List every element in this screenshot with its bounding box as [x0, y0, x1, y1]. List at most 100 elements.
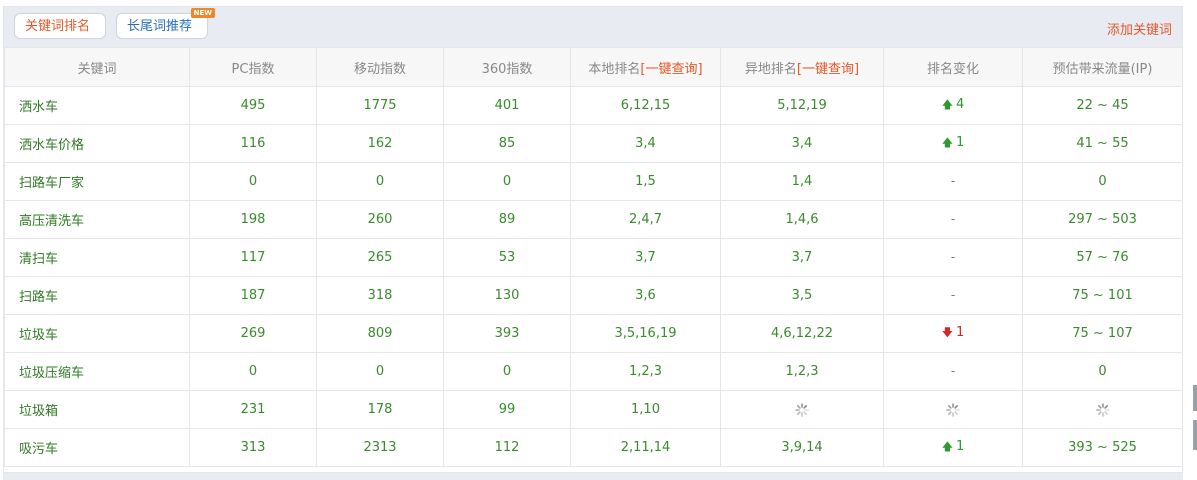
scrollbar-thumb[interactable]	[1193, 385, 1197, 411]
mobile-index-cell: 1775	[316, 86, 444, 125]
index-360-cell: 85	[443, 124, 571, 163]
header-remote-rank: 异地排名[一键查询]	[720, 47, 884, 87]
table-row: 洒水车 495 1775 401 6,12,15 5,12,19 🡅 4 22 ~ 45	[4, 86, 1183, 125]
tab-longtail-recommend[interactable]: 长尾词推荐 NEW	[116, 8, 215, 39]
remote-rank-cell: 1,2,3	[720, 352, 884, 391]
local-rank-cell: 3,7	[570, 238, 721, 277]
add-keyword-link[interactable]: 添加关键词	[1107, 19, 1172, 38]
table-row: 洒水车价格 116 162 85 3,4 3,4 🡅 1 41 ~ 55	[4, 124, 1183, 163]
rank-change-cell: -	[883, 352, 1023, 391]
pc-index-cell: 313	[189, 428, 317, 467]
local-query-link[interactable]: [一键查询]	[640, 62, 702, 77]
rank-change-cell: -	[883, 162, 1023, 201]
arrow-up-icon: 🡅	[941, 136, 954, 149]
keyword-cell[interactable]: 吸污车	[4, 428, 190, 467]
keyword-cell[interactable]: 垃圾车	[4, 314, 190, 353]
keyword-cell[interactable]: 高压清洗车	[4, 200, 190, 239]
rank-change-value: 1	[956, 135, 965, 150]
mobile-index-cell: 178	[316, 390, 444, 429]
rank-change-cell: -	[883, 200, 1023, 239]
index-360-cell: 130	[443, 276, 571, 315]
local-rank-cell: 6,12,15	[570, 86, 721, 125]
arrow-up-icon: 🡅	[941, 98, 954, 111]
keyword-ranking-panel: 关键词排名 长尾词推荐 NEW 添加关键词 关键词 PC指数 移动指数 360指…	[3, 6, 1183, 473]
local-rank-cell: 3,4	[570, 124, 721, 163]
mobile-index-cell: 265	[316, 238, 444, 277]
keyword-text: 垃圾箱	[19, 404, 59, 419]
keyword-cell[interactable]: 垃圾压缩车	[4, 352, 190, 391]
rank-change-value: -	[950, 288, 956, 302]
rank-change-cell	[883, 390, 1023, 429]
keyword-text: 洒水车	[19, 100, 59, 115]
keyword-table: 关键词 PC指数 移动指数 360指数 本地排名[一键查询] 异地排名[一键查询…	[4, 47, 1183, 467]
remote-rank-value: 1,2,3	[785, 364, 819, 379]
rank-change-value: -	[950, 212, 956, 226]
mobile-index-cell: 2313	[316, 428, 444, 467]
traffic-cell: 75 ~ 107	[1022, 314, 1183, 353]
loading-spinner-icon	[1095, 402, 1110, 417]
arrow-up-icon: 🡅	[941, 440, 954, 453]
local-rank-cell: 2,11,14	[570, 428, 721, 467]
keyword-cell[interactable]: 洒水车	[4, 86, 190, 125]
tab-keyword-ranking[interactable]: 关键词排名	[14, 13, 106, 39]
remote-rank-value: 3,9,14	[781, 440, 823, 455]
keyword-text: 垃圾车	[19, 328, 59, 343]
table-body: 洒水车 495 1775 401 6,12,15 5,12,19 🡅 4 22 ~ 45 洒水车价…	[4, 86, 1183, 467]
remote-query-link[interactable]: [一键查询]	[797, 62, 859, 77]
rank-change-cell: 🡅 4	[883, 86, 1023, 125]
index-360-cell: 53	[443, 238, 571, 277]
mobile-index-cell: 318	[316, 276, 444, 315]
tab-bar: 关键词排名 长尾词推荐 NEW 添加关键词	[4, 7, 1182, 47]
local-rank-cell: 3,6	[570, 276, 721, 315]
traffic-value: 75 ~ 107	[1072, 326, 1133, 341]
mobile-index-cell: 162	[316, 124, 444, 163]
rank-change-cell: 🡇 1	[883, 314, 1023, 353]
remote-rank-value: 3,7	[791, 250, 813, 265]
scrollbar-thumb-lower[interactable]	[1193, 420, 1197, 450]
traffic-cell: 41 ~ 55	[1022, 124, 1183, 163]
table-row: 垃圾箱 231 178 99 1,10	[4, 390, 1183, 429]
mobile-index-cell: 260	[316, 200, 444, 239]
remote-rank-cell	[720, 390, 884, 429]
header-360-index: 360指数	[443, 47, 571, 87]
keyword-text: 清扫车	[19, 252, 59, 267]
pc-index-cell: 269	[189, 314, 317, 353]
pc-index-cell: 187	[189, 276, 317, 315]
traffic-cell: 297 ~ 503	[1022, 200, 1183, 239]
header-remote-rank-label: 异地排名	[744, 61, 797, 77]
rank-change-value: 4	[956, 97, 965, 112]
traffic-cell	[1022, 390, 1183, 429]
index-360-cell: 393	[443, 314, 571, 353]
remote-rank-value: 5,12,19	[777, 98, 827, 113]
local-rank-cell: 3,5,16,19	[570, 314, 721, 353]
remote-rank-cell: 4,6,12,22	[720, 314, 884, 353]
rank-change-value: -	[950, 364, 956, 378]
rank-change-value: 1	[956, 439, 965, 454]
keyword-cell[interactable]: 清扫车	[4, 238, 190, 277]
tab-label: 长尾词推荐	[127, 19, 193, 34]
pc-index-cell: 495	[189, 86, 317, 125]
pc-index-cell: 231	[189, 390, 317, 429]
keyword-text: 高压清洗车	[19, 214, 85, 229]
header-traffic: 预估带来流量(IP)	[1022, 47, 1183, 87]
index-360-cell: 99	[443, 390, 571, 429]
remote-rank-cell: 5,12,19	[720, 86, 884, 125]
rank-change-cell: 🡅 1	[883, 124, 1023, 163]
table-row: 垃圾压缩车 0 0 0 1,2,3 1,2,3-0	[4, 352, 1183, 391]
rank-change-cell: 🡅 1	[883, 428, 1023, 467]
keyword-text: 吸污车	[19, 442, 59, 457]
traffic-value: 57 ~ 76	[1076, 250, 1129, 265]
keyword-cell[interactable]: 扫路车	[4, 276, 190, 315]
keyword-cell[interactable]: 扫路车厂家	[4, 162, 190, 201]
keyword-text: 扫路车厂家	[19, 176, 85, 191]
traffic-cell: 0	[1022, 162, 1183, 201]
remote-rank-value: 4,6,12,22	[770, 326, 834, 341]
remote-rank-value: 3,4	[791, 136, 813, 151]
header-pc-index: PC指数	[189, 47, 317, 87]
pc-index-cell: 117	[189, 238, 317, 277]
pc-index-cell: 0	[189, 162, 317, 201]
keyword-cell[interactable]: 洒水车价格	[4, 124, 190, 163]
loading-spinner-icon	[946, 402, 960, 417]
keyword-cell[interactable]: 垃圾箱	[4, 390, 190, 429]
traffic-cell: 57 ~ 76	[1022, 238, 1183, 277]
